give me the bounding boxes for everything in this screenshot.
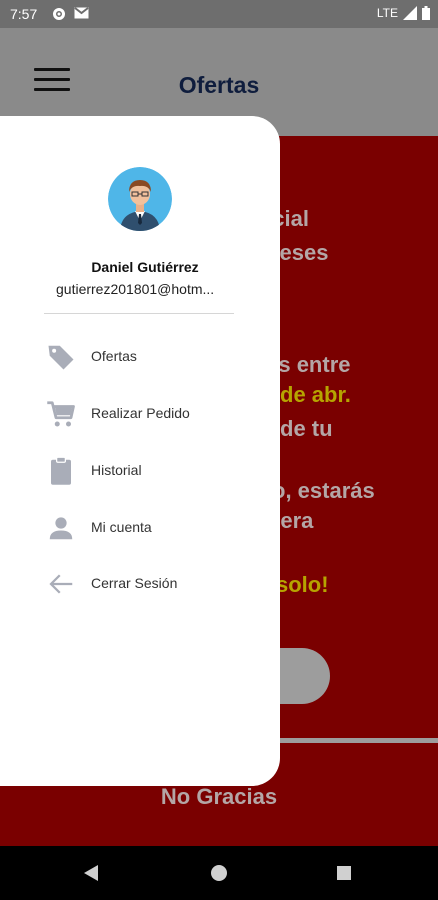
avatar [108, 167, 172, 231]
menu-item-historial[interactable]: Historial [44, 453, 254, 489]
gmail-icon [74, 7, 89, 19]
user-email: gutierrez201801@hotm... [56, 281, 215, 297]
menu-item-ofertas[interactable]: Ofertas [44, 339, 254, 375]
menu-item-label: Realizar Pedido [91, 405, 190, 421]
signal-icon [403, 6, 417, 20]
clipboard-icon [44, 456, 78, 486]
back-icon[interactable] [84, 865, 98, 881]
menu-item-label: Historial [91, 462, 142, 478]
tag-icon [44, 342, 78, 372]
menu-item-mi-cuenta[interactable]: Mi cuenta [44, 510, 254, 546]
offer-text-line: de tu [280, 416, 333, 441]
arrow-back-icon [44, 569, 78, 599]
status-time: 7:57 [10, 6, 38, 22]
menu-item-label: Cerrar Sesión [91, 575, 178, 591]
system-nav-bar [0, 846, 438, 900]
recent-apps-icon[interactable] [337, 866, 351, 880]
user-name: Daniel Gutiérrez [91, 259, 199, 275]
menu-item-label: Ofertas [91, 348, 137, 364]
settings-icon [53, 8, 65, 20]
cart-icon [44, 399, 78, 429]
person-icon [44, 513, 78, 543]
offer-text-line: o, estarás [272, 478, 375, 503]
menu-item-realizar-pedido[interactable]: Realizar Pedido [44, 396, 254, 432]
offer-text-highlight: solo! [276, 572, 329, 597]
offer-text-highlight: de abr. [280, 382, 351, 407]
divider [44, 313, 234, 314]
menu-item-label: Mi cuenta [91, 519, 152, 535]
page-title: Ofertas [178, 72, 260, 98]
menu-item-cerrar-sesion[interactable]: Cerrar Sesión [44, 566, 254, 602]
no-thanks-button[interactable]: No Gracias [0, 784, 438, 810]
navigation-drawer: Daniel Gutiérrez gutierrez201801@hotm...… [0, 116, 280, 786]
battery-icon [422, 6, 430, 20]
status-bar: 7:57 LTE [0, 0, 438, 28]
network-type: LTE [376, 6, 398, 20]
home-icon[interactable] [211, 865, 227, 881]
